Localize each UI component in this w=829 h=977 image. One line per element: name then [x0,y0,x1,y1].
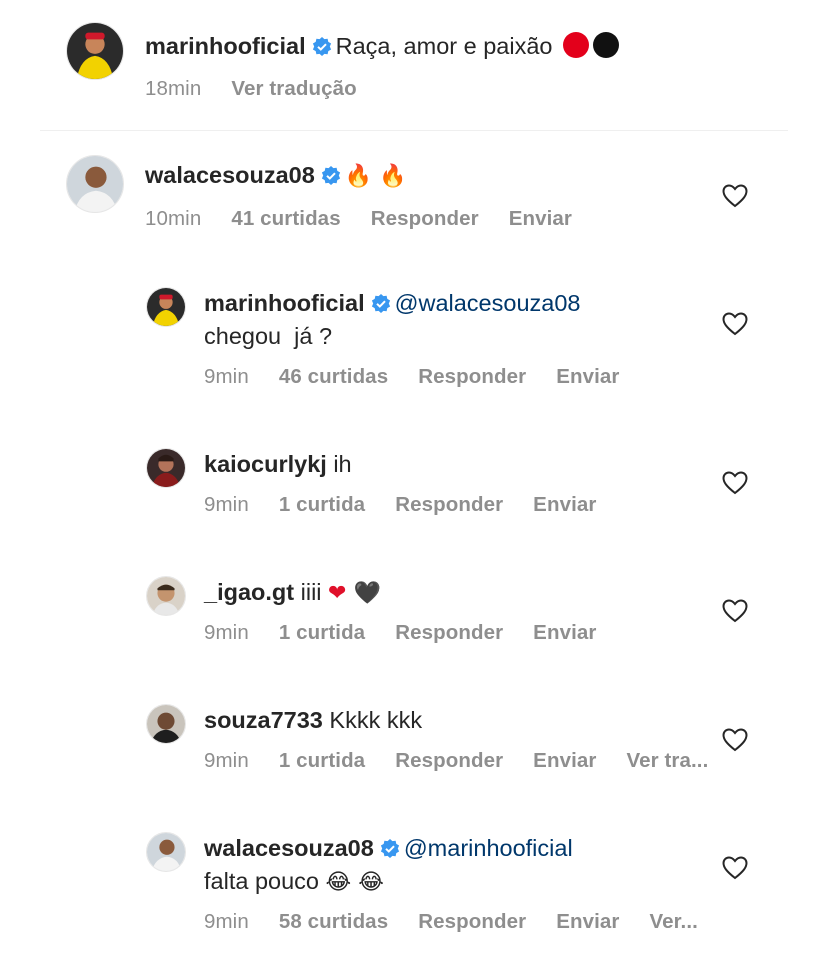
heart-outline-icon[interactable] [722,471,748,495]
translate-link[interactable]: Ver... [649,910,697,934]
verified-badge-icon [321,166,341,186]
heart-outline-icon[interactable] [722,184,748,208]
comment-text: walacesouza08 🔥 🔥 [145,159,407,193]
verified-badge-icon [380,839,400,859]
likes-count[interactable]: 1 curtida [279,749,365,773]
username-link[interactable]: souza7733 [204,707,323,733]
timestamp: 9min [204,365,249,388]
avatar[interactable] [146,448,186,488]
timestamp: 9min [204,749,249,772]
black-circle-emoji [593,32,619,58]
heart-outline-icon[interactable] [722,856,748,880]
comment-message: ih [333,451,352,477]
comment-meta: 9min 1 curtida Responder Enviar [204,493,626,517]
mention-link[interactable]: @marinhooficial [404,835,573,861]
likes-count[interactable]: 1 curtida [279,493,365,517]
avatar[interactable] [146,576,186,616]
reply-button[interactable]: Responder [418,365,526,389]
avatar[interactable] [66,22,124,80]
username-link[interactable]: marinhooficial [204,290,365,316]
translate-link[interactable]: Ver tradução [231,77,356,101]
laughing-emoji: 😂 😂 [325,870,384,895]
comment-meta: 9min 46 curtidas Responder Enviar [204,365,649,389]
verified-badge-icon [371,294,391,314]
verified-badge-icon [312,37,332,57]
username-link[interactable]: walacesouza08 [204,835,374,861]
avatar[interactable] [146,832,186,872]
reply-button[interactable]: Responder [395,493,503,517]
comment-message: Kkkk kkk [329,707,423,733]
username-link[interactable]: kaiocurlykj [204,451,327,477]
avatar[interactable] [146,287,186,327]
heart-outline-icon[interactable] [722,728,748,752]
reply-text: souza7733 Kkkk kkk [204,704,422,736]
send-button[interactable]: Enviar [533,749,596,773]
send-button[interactable]: Enviar [556,365,619,389]
reply-text-line1: walacesouza08 @marinhooficial [204,832,573,864]
timestamp: 10min [145,207,202,230]
divider [40,130,788,131]
mention-link[interactable]: @walacesouza08 [395,290,581,316]
username-link[interactable]: _igao.gt [204,579,294,605]
send-button[interactable]: Enviar [509,207,572,231]
username-link[interactable]: walacesouza08 [145,162,315,188]
comment-meta: 9min 1 curtida Responder Enviar Ver tra... [204,749,738,773]
avatar[interactable] [146,704,186,744]
comment-message: falta pouco [204,868,319,894]
translate-link[interactable]: Ver tra... [626,749,708,773]
reply-text-line2: falta pouco 😂 😂 [204,865,384,899]
hearts-emoji: ❤ 🖤 [328,581,381,606]
comment-meta: 9min 1 curtida Responder Enviar [204,621,626,645]
caption-message: Raça, amor e paixão [335,33,553,59]
heart-outline-icon[interactable] [722,599,748,623]
reply-text-line1: marinhooficial @walacesouza08 [204,287,580,319]
reply-text: _igao.gt iiii ❤ 🖤 [204,576,381,610]
reply-text: kaiocurlykj ih [204,448,352,480]
username-link[interactable]: marinhooficial [145,33,306,59]
red-circle-emoji [563,32,589,58]
caption-text: marinhooficial Raça, amor e paixão [145,30,619,62]
comment-meta: 10min 41 curtidas Responder Enviar [145,207,602,231]
reply-button[interactable]: Responder [371,207,479,231]
reply-button[interactable]: Responder [418,910,526,934]
reply-text-line2: chegou já ? [204,323,333,349]
send-button[interactable]: Enviar [533,621,596,645]
reply-button[interactable]: Responder [395,749,503,773]
timestamp: 18min [145,77,202,100]
send-button[interactable]: Enviar [556,910,619,934]
timestamp: 9min [204,910,249,933]
likes-count[interactable]: 46 curtidas [279,365,388,389]
timestamp: 9min [204,621,249,644]
comments-screen: marinhooficial Raça, amor e paixão 18min V… [0,0,829,977]
timestamp: 9min [204,493,249,516]
caption-meta: 18min Ver tradução [145,77,387,101]
likes-count[interactable]: 1 curtida [279,621,365,645]
send-button[interactable]: Enviar [533,493,596,517]
comment-message: iiii [300,579,322,605]
reply-button[interactable]: Responder [395,621,503,645]
likes-count[interactable]: 41 curtidas [231,207,340,231]
comment-meta: 9min 58 curtidas Responder Enviar Ver... [204,910,728,934]
heart-outline-icon[interactable] [722,312,748,336]
avatar[interactable] [66,155,124,213]
likes-count[interactable]: 58 curtidas [279,910,388,934]
fire-emoji: 🔥 🔥 [344,164,407,189]
